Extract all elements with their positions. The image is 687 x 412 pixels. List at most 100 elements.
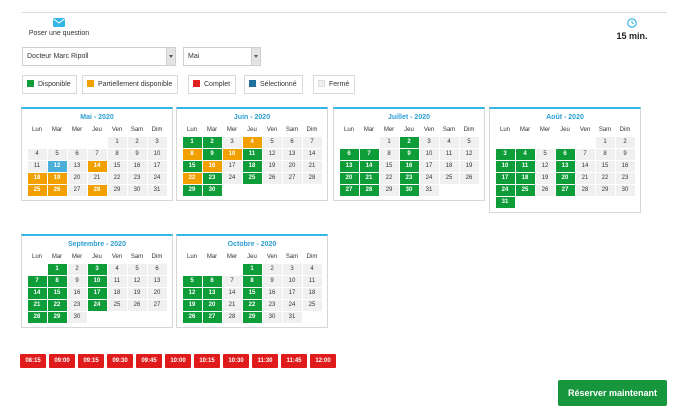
calendar-day[interactable]: 17 <box>147 161 167 172</box>
calendar-day[interactable]: 10 <box>87 276 107 287</box>
calendar-day[interactable]: 18 <box>107 288 127 299</box>
calendar-day[interactable]: 24 <box>495 185 515 196</box>
calendar-day[interactable]: 30 <box>262 312 282 323</box>
calendar-day[interactable]: 14 <box>575 161 595 172</box>
calendar-day[interactable]: 26 <box>459 173 479 184</box>
calendar-day[interactable]: 17 <box>419 161 439 172</box>
calendar-day[interactable]: 19 <box>459 161 479 172</box>
calendar-day[interactable]: 24 <box>419 173 439 184</box>
calendar-day[interactable]: 28 <box>27 312 47 323</box>
calendar-day[interactable]: 7 <box>359 149 379 160</box>
calendar-day[interactable]: 12 <box>262 149 282 160</box>
book-now-button[interactable]: Réserver maintenant <box>558 380 667 406</box>
calendar-day[interactable]: 19 <box>535 173 555 184</box>
calendar-day[interactable]: 26 <box>47 185 67 196</box>
calendar-day[interactable]: 29 <box>182 185 202 196</box>
calendar-day[interactable]: 13 <box>282 149 302 160</box>
calendar-day[interactable]: 27 <box>202 312 222 323</box>
calendar-day[interactable]: 9 <box>127 149 147 160</box>
calendar-day[interactable]: 5 <box>262 137 282 148</box>
calendar-day[interactable]: 26 <box>182 312 202 323</box>
calendar-day[interactable]: 2 <box>262 264 282 275</box>
calendar-day[interactable]: 31 <box>147 185 167 196</box>
calendar-day[interactable]: 24 <box>87 300 107 311</box>
calendar-day[interactable]: 4 <box>302 264 322 275</box>
calendar-day[interactable]: 5 <box>182 276 202 287</box>
calendar-day[interactable]: 4 <box>242 137 262 148</box>
calendar-day[interactable]: 2 <box>202 137 222 148</box>
calendar-day[interactable]: 8 <box>595 149 615 160</box>
calendar-day[interactable]: 4 <box>107 264 127 275</box>
calendar-day[interactable]: 22 <box>379 173 399 184</box>
calendar-day[interactable]: 22 <box>47 300 67 311</box>
calendar-day[interactable]: 27 <box>147 300 167 311</box>
calendar-day[interactable]: 30 <box>67 312 87 323</box>
calendar-day[interactable]: 31 <box>282 312 302 323</box>
calendar-day[interactable]: 8 <box>182 149 202 160</box>
calendar-day[interactable]: 12 <box>459 149 479 160</box>
calendar-day[interactable]: 27 <box>339 185 359 196</box>
calendar-day[interactable]: 8 <box>242 276 262 287</box>
calendar-day[interactable]: 2 <box>399 137 419 148</box>
calendar-day[interactable]: 20 <box>147 288 167 299</box>
calendar-day[interactable]: 18 <box>27 173 47 184</box>
calendar-day[interactable]: 23 <box>127 173 147 184</box>
calendar-day[interactable]: 23 <box>262 300 282 311</box>
calendar-day[interactable]: 27 <box>555 185 575 196</box>
calendar-day[interactable]: 31 <box>495 197 515 208</box>
time-slot-button[interactable]: 09:00 <box>49 354 75 368</box>
calendar-day[interactable]: 25 <box>515 185 535 196</box>
calendar-day[interactable]: 6 <box>282 137 302 148</box>
calendar-day[interactable]: 30 <box>399 185 419 196</box>
calendar-day[interactable]: 20 <box>555 173 575 184</box>
calendar-day[interactable]: 9 <box>67 276 87 287</box>
calendar-day[interactable]: 7 <box>87 149 107 160</box>
calendar-day[interactable]: 16 <box>202 161 222 172</box>
calendar-day[interactable]: 25 <box>27 185 47 196</box>
calendar-day[interactable]: 30 <box>127 185 147 196</box>
calendar-day[interactable]: 6 <box>555 149 575 160</box>
calendar-day[interactable]: 13 <box>202 288 222 299</box>
calendar-day[interactable]: 29 <box>47 312 67 323</box>
calendar-day[interactable]: 10 <box>419 149 439 160</box>
calendar-day[interactable]: 8 <box>107 149 127 160</box>
calendar-day[interactable]: 23 <box>615 173 635 184</box>
calendar-day[interactable]: 2 <box>615 137 635 148</box>
calendar-day[interactable]: 13 <box>555 161 575 172</box>
calendar-day[interactable]: 7 <box>27 276 47 287</box>
calendar-day[interactable]: 18 <box>515 173 535 184</box>
calendar-day[interactable]: 16 <box>399 161 419 172</box>
calendar-day[interactable]: 27 <box>67 185 87 196</box>
calendar-day[interactable]: 19 <box>47 173 67 184</box>
calendar-day[interactable]: 7 <box>222 276 242 287</box>
calendar-day[interactable]: 28 <box>87 185 107 196</box>
calendar-day[interactable]: 25 <box>439 173 459 184</box>
calendar-day[interactable]: 8 <box>379 149 399 160</box>
calendar-day[interactable]: 26 <box>127 300 147 311</box>
calendar-day[interactable]: 29 <box>595 185 615 196</box>
calendar-day[interactable]: 20 <box>67 173 87 184</box>
calendar-day[interactable]: 13 <box>339 161 359 172</box>
calendar-day[interactable]: 13 <box>67 161 87 172</box>
calendar-day[interactable]: 6 <box>202 276 222 287</box>
calendar-day[interactable]: 23 <box>399 173 419 184</box>
calendar-day[interactable]: 14 <box>27 288 47 299</box>
calendar-day[interactable]: 22 <box>595 173 615 184</box>
calendar-day[interactable]: 15 <box>182 161 202 172</box>
time-slot-button[interactable]: 11:45 <box>281 354 307 368</box>
calendar-day[interactable]: 15 <box>107 161 127 172</box>
calendar-day[interactable]: 29 <box>107 185 127 196</box>
calendar-day[interactable]: 6 <box>339 149 359 160</box>
calendar-day[interactable]: 5 <box>535 149 555 160</box>
calendar-day[interactable]: 1 <box>595 137 615 148</box>
calendar-day[interactable]: 24 <box>282 300 302 311</box>
calendar-day[interactable]: 29 <box>242 312 262 323</box>
calendar-day[interactable]: 9 <box>262 276 282 287</box>
time-slot-button[interactable]: 10:30 <box>223 354 249 368</box>
calendar-day[interactable]: 26 <box>535 185 555 196</box>
calendar-day[interactable]: 10 <box>147 149 167 160</box>
calendar-day[interactable]: 19 <box>262 161 282 172</box>
calendar-day[interactable]: 6 <box>147 264 167 275</box>
calendar-day[interactable]: 19 <box>127 288 147 299</box>
calendar-day[interactable]: 15 <box>242 288 262 299</box>
